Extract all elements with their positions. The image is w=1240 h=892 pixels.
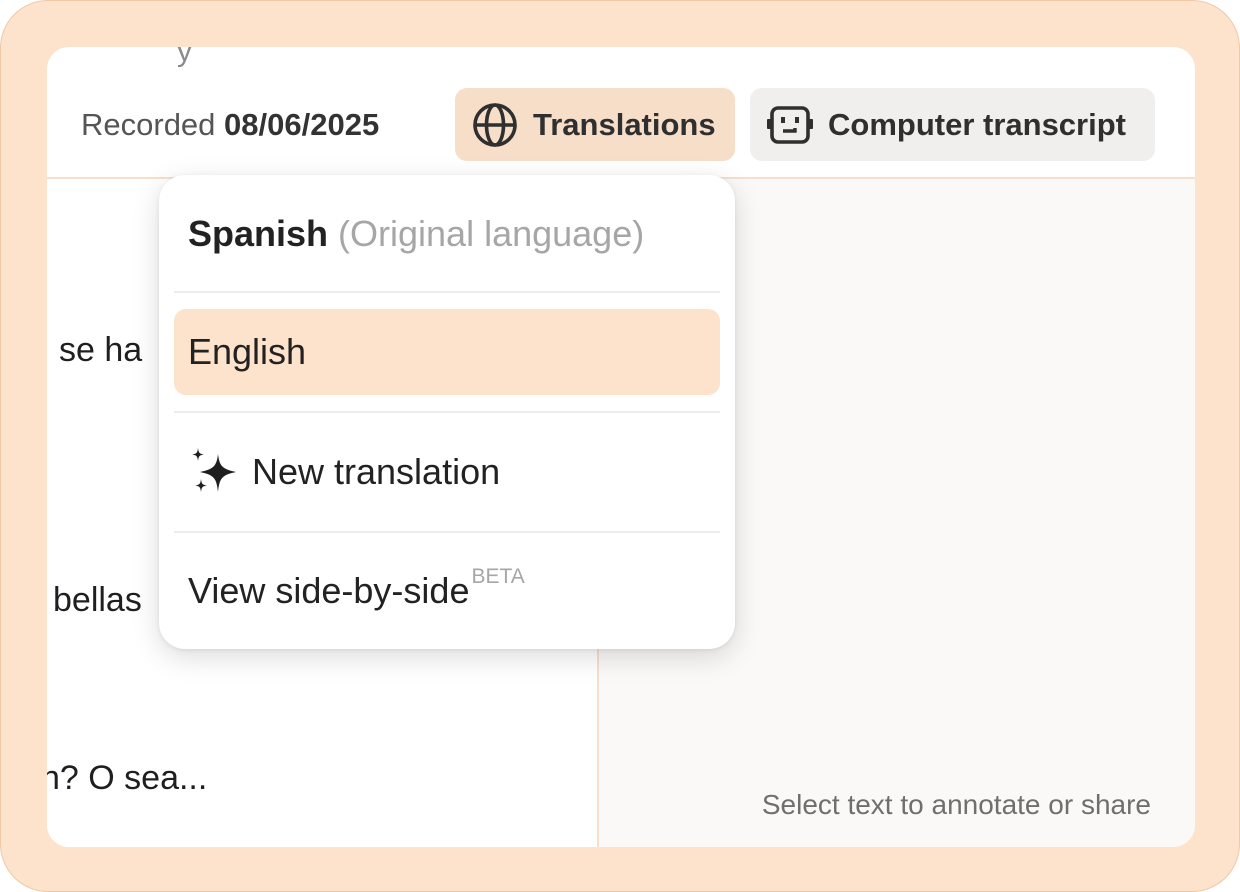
menu-divider — [174, 531, 720, 533]
sparkles-icon — [188, 446, 240, 498]
menu-divider — [174, 291, 720, 293]
globe-icon — [471, 101, 519, 149]
recorded-date: Recorded 08/06/2025 — [81, 107, 379, 143]
original-language-name: Spanish — [188, 213, 329, 254]
side-by-side-label: View side-by-side — [188, 570, 470, 611]
beta-badge: BETA — [471, 565, 525, 588]
recorded-date-value: 08/06/2025 — [224, 107, 380, 142]
translations-button[interactable]: Translations — [455, 88, 735, 161]
english-label: English — [188, 331, 307, 372]
recorded-label: Recorded — [81, 107, 216, 142]
translations-dropdown: Spanish (Original language) English New … — [159, 175, 735, 649]
computer-transcript-label: Computer transcript — [828, 106, 1126, 142]
computer-transcript-button[interactable]: Computer transcript — [750, 88, 1155, 161]
menu-item-english[interactable]: English — [174, 309, 720, 395]
translations-label: Translations — [533, 106, 716, 142]
app-frame: y Recorded 08/06/2025 Translations Compu… — [0, 0, 1240, 892]
annotation-hint: Select text to annotate or share — [761, 789, 1151, 820]
menu-item-spanish[interactable]: Spanish (Original language) — [174, 193, 720, 275]
new-translation-item[interactable]: New translation — [174, 430, 720, 514]
transcript-snippet[interactable]: n? O sea... — [47, 759, 207, 798]
menu-divider — [174, 411, 720, 413]
view-side-by-side-item[interactable]: View side-by-side BETA — [174, 549, 720, 633]
new-translation-label: New translation — [252, 451, 501, 492]
toolbar: Recorded 08/06/2025 Translations Compute… — [47, 47, 1195, 179]
robot-icon — [766, 101, 814, 149]
transcript-snippet[interactable]: bellas — [53, 581, 142, 620]
transcript-snippet[interactable]: se ha — [59, 331, 142, 370]
original-language-note: (Original language) — [338, 213, 645, 254]
